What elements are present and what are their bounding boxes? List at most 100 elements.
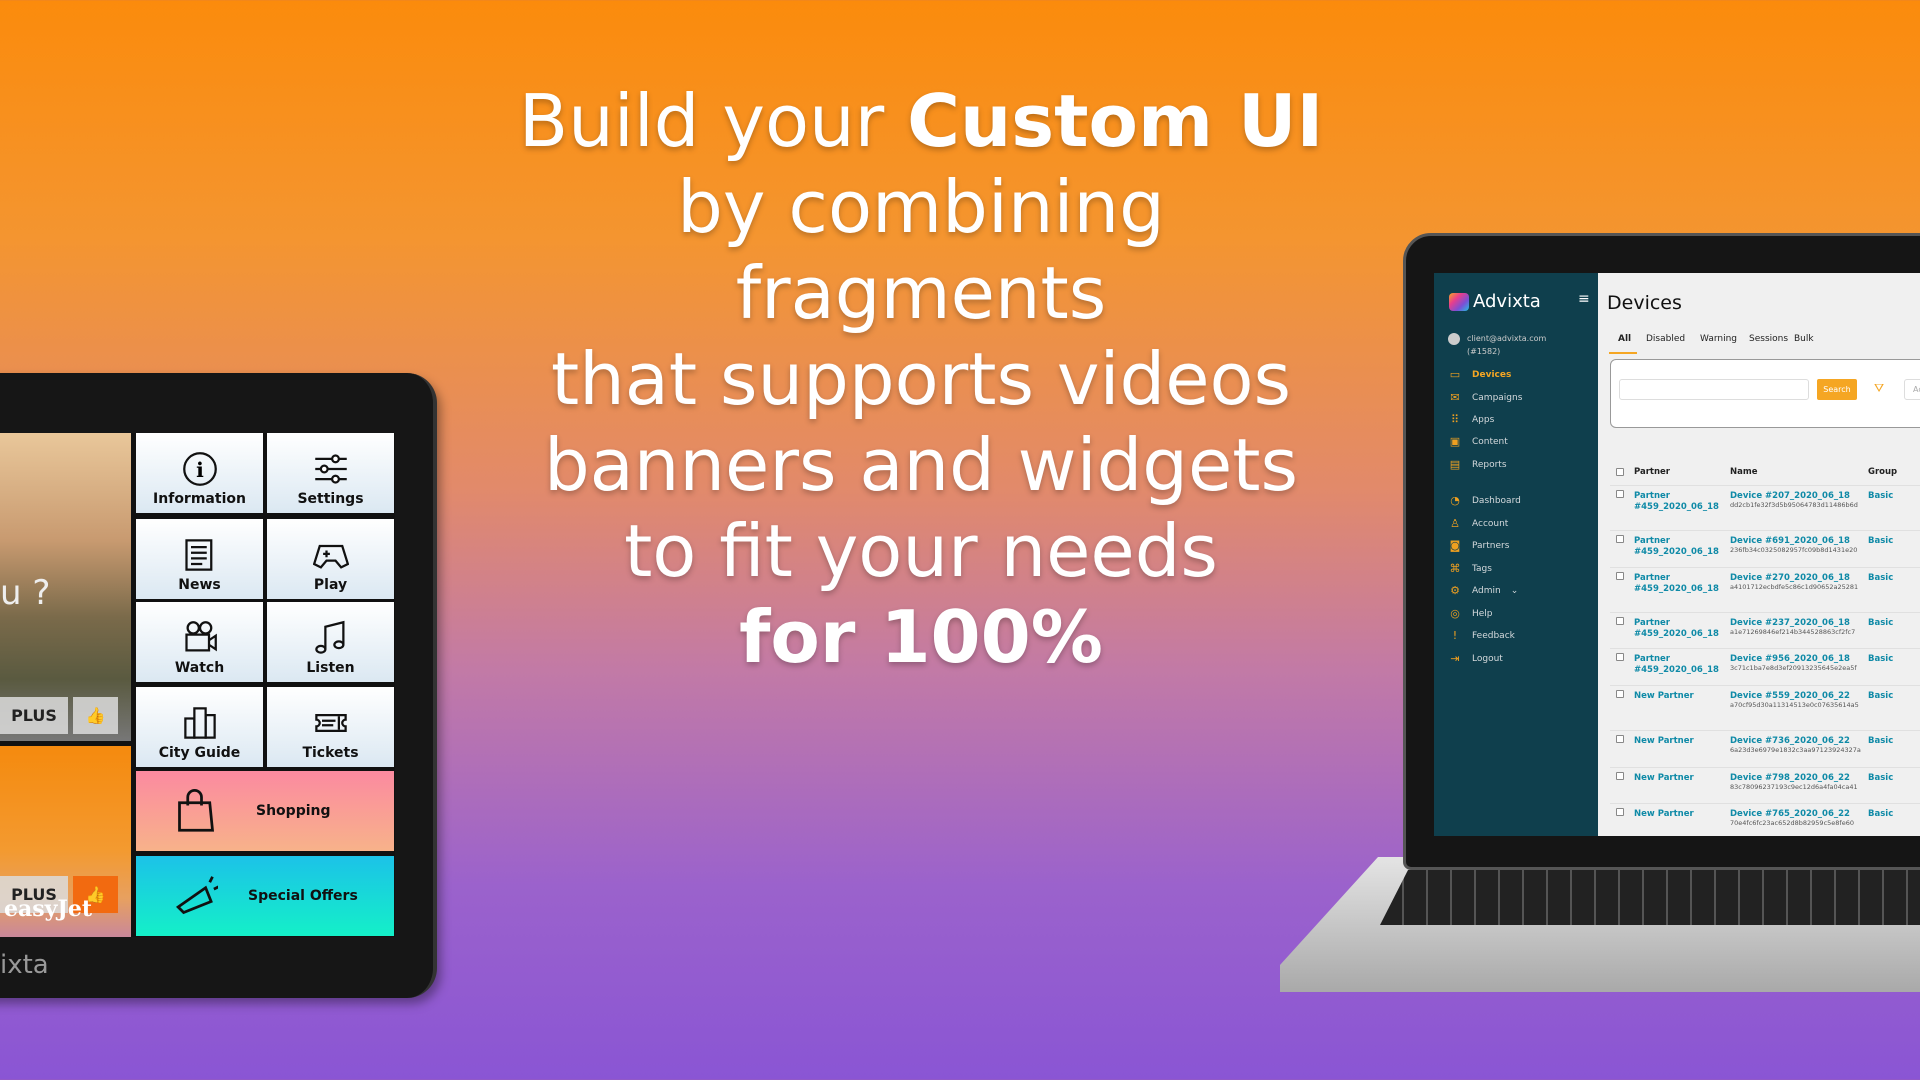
sidebar-item-feedback[interactable]: ! Feedback [1448, 630, 1515, 642]
device-name-link[interactable]: Device #765_2020_06_22 [1730, 809, 1850, 819]
device-name-link[interactable]: Device #691_2020_06_18 [1730, 536, 1850, 546]
easyjet-logo: easyJet [4, 896, 92, 922]
group-link[interactable]: Basic [1868, 773, 1893, 783]
tab-all[interactable]: All [1618, 334, 1631, 344]
avatar[interactable] [1448, 333, 1460, 345]
table-row[interactable] [1610, 730, 1920, 731]
sidebar-item-campaigns[interactable]: ✉ Campaigns [1448, 392, 1522, 404]
row-checkbox[interactable] [1616, 735, 1624, 743]
row-checkbox[interactable] [1616, 535, 1624, 543]
table-row[interactable] [1610, 803, 1920, 804]
group-link[interactable]: Basic [1868, 691, 1893, 701]
filter-icon[interactable]: ⛛ [1874, 381, 1884, 396]
hamburger-menu-icon[interactable]: ≡ [1578, 291, 1590, 307]
secondary-input[interactable]: Ac [1904, 379, 1920, 400]
user-email: client@advixta.com [1467, 334, 1547, 343]
tile-city-guide[interactable]: City Guide [136, 687, 263, 767]
active-tab-indicator [1609, 352, 1637, 354]
partner-id[interactable]: #459_2020_06_18 [1634, 629, 1719, 639]
group-link[interactable]: Basic [1868, 573, 1893, 583]
device-name-link[interactable]: Device #207_2020_06_18 [1730, 491, 1850, 501]
partner-link[interactable]: Partner [1634, 654, 1670, 665]
table-row[interactable] [1610, 530, 1920, 531]
sidebar-item-content[interactable]: ▣ Content [1448, 436, 1508, 448]
search-button[interactable]: Search [1817, 379, 1857, 400]
device-name-link[interactable]: Device #956_2020_06_18 [1730, 654, 1850, 664]
sidebar-item-logout[interactable]: ⇥ Logout [1448, 653, 1502, 665]
plus-button[interactable]: PLUS [0, 697, 68, 734]
partner-id[interactable]: #459_2020_06_18 [1634, 547, 1719, 557]
headline-emphasis: for 100% [739, 595, 1103, 679]
group-link[interactable]: Basic [1868, 654, 1893, 664]
row-checkbox[interactable] [1616, 653, 1624, 661]
column-header-name[interactable]: Name [1730, 467, 1757, 477]
row-checkbox[interactable] [1616, 617, 1624, 625]
partner-id[interactable]: #459_2020_06_18 [1634, 502, 1719, 512]
table-row[interactable] [1610, 648, 1920, 649]
table-row[interactable] [1610, 612, 1920, 613]
tab-disabled[interactable]: Disabled [1646, 334, 1685, 344]
search-input[interactable] [1619, 379, 1809, 400]
row-checkbox[interactable] [1616, 490, 1624, 498]
sidebar-item-partners[interactable]: ◙ Partners [1448, 540, 1510, 552]
row-checkbox[interactable] [1616, 690, 1624, 698]
sidebar-item-apps[interactable]: ⠿ Apps [1448, 414, 1494, 426]
group-link[interactable]: Basic [1868, 618, 1893, 628]
video-banner[interactable]: u ? PLUS 👍 [0, 433, 131, 741]
tile-listen[interactable]: Listen [267, 602, 394, 682]
feedback-icon: ! [1452, 629, 1458, 642]
table-row[interactable] [1610, 767, 1920, 768]
partner-id[interactable]: #459_2020_06_18 [1634, 665, 1719, 675]
group-link[interactable]: Basic [1868, 809, 1893, 819]
device-name-link[interactable]: Device #798_2020_06_22 [1730, 773, 1850, 783]
group-link[interactable]: Basic [1868, 536, 1893, 546]
tile-news[interactable]: News [136, 519, 263, 599]
partner-id[interactable]: #459_2020_06_18 [1634, 584, 1719, 594]
partner-link[interactable]: New Partner [1634, 773, 1694, 784]
tab-bulk[interactable]: Bulk [1794, 334, 1814, 344]
device-name-link[interactable]: Device #736_2020_06_22 [1730, 736, 1850, 746]
tile-tickets[interactable]: Tickets [267, 687, 394, 767]
table-row[interactable] [1610, 567, 1920, 568]
tile-watch[interactable]: Watch [136, 602, 263, 682]
tab-sessions[interactable]: Sessions [1749, 334, 1788, 344]
partner-link[interactable]: Partner [1634, 618, 1670, 629]
gauge-icon: ◔ [1450, 494, 1460, 507]
row-checkbox[interactable] [1616, 772, 1624, 780]
device-name-link[interactable]: Device #237_2020_06_18 [1730, 618, 1850, 628]
sidebar-item-help[interactable]: ◎ Help [1448, 608, 1492, 620]
partner-link[interactable]: New Partner [1634, 691, 1694, 702]
partner-link[interactable]: New Partner [1634, 809, 1694, 820]
partner-link[interactable]: New Partner [1634, 736, 1694, 747]
tab-warning[interactable]: Warning [1700, 334, 1737, 344]
sidebar-item-devices[interactable]: ▭ Devices [1448, 369, 1512, 381]
tile-information[interactable]: i Information [136, 433, 263, 513]
sidebar-item-tags[interactable]: ⌘ Tags [1448, 563, 1492, 575]
column-header-group[interactable]: Group [1868, 467, 1897, 477]
select-all-checkbox[interactable] [1616, 468, 1624, 476]
device-name-link[interactable]: Device #270_2020_06_18 [1730, 573, 1850, 583]
group-link[interactable]: Basic [1868, 736, 1893, 746]
partner-link[interactable]: Partner [1634, 491, 1670, 502]
sidebar-item-account[interactable]: ♙ Account [1448, 518, 1508, 530]
sidebar-item-reports[interactable]: ▤ Reports [1448, 459, 1507, 471]
tile-play[interactable]: Play [267, 519, 394, 599]
row-checkbox[interactable] [1616, 572, 1624, 580]
table-row[interactable] [1610, 485, 1920, 486]
tile-special-offers[interactable]: Special Offers [136, 856, 394, 936]
device-name-link[interactable]: Device #559_2020_06_22 [1730, 691, 1850, 701]
column-header-partner[interactable]: Partner [1634, 467, 1670, 477]
sidebar-item-admin[interactable]: ⚙ Admin ⌄ [1448, 585, 1518, 597]
thumbs-up-icon[interactable]: 👍 [73, 697, 118, 734]
user-id: (#1582) [1467, 347, 1501, 356]
group-link[interactable]: Basic [1868, 491, 1893, 501]
partner-link[interactable]: Partner [1634, 573, 1670, 584]
chevron-down-icon[interactable]: ⌄ [1511, 586, 1519, 596]
sidebar-item-dashboard[interactable]: ◔ Dashboard [1448, 495, 1521, 507]
easyjet-banner[interactable]: PLUS 👍 easyJet [0, 746, 131, 937]
tile-shopping[interactable]: Shopping [136, 771, 394, 851]
table-row[interactable] [1610, 685, 1920, 686]
row-checkbox[interactable] [1616, 808, 1624, 816]
partner-link[interactable]: Partner [1634, 536, 1670, 547]
tile-settings[interactable]: Settings [267, 433, 394, 513]
